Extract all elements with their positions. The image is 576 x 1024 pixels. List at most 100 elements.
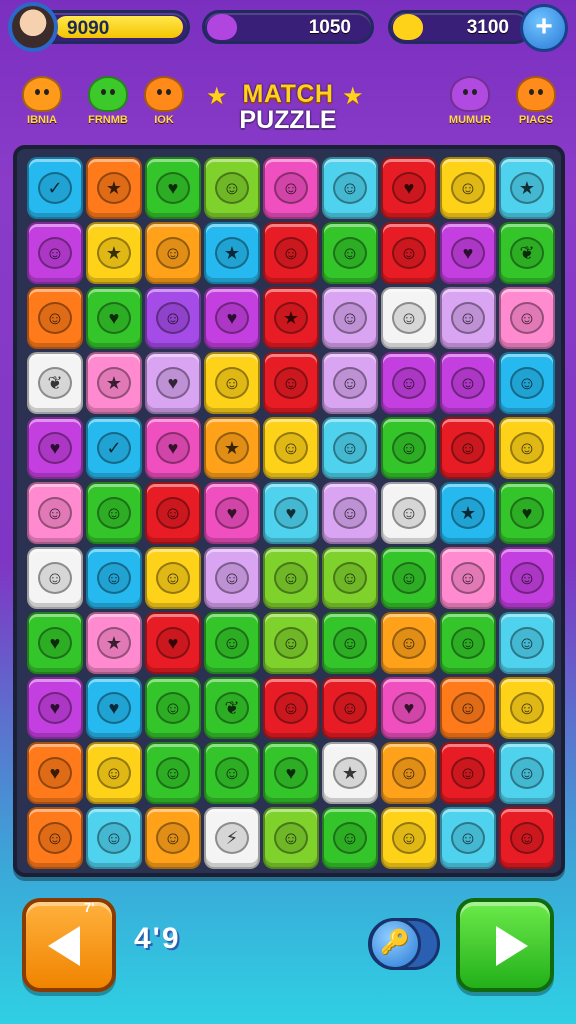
board-tile[interactable]: ❦: [499, 222, 555, 284]
key-toggle[interactable]: 🔑: [368, 918, 440, 970]
header-item-2[interactable]: FRNMB: [78, 76, 138, 126]
board-tile[interactable]: ☺: [322, 352, 378, 414]
board-tile[interactable]: ☺: [86, 482, 142, 544]
board-tile[interactable]: ☺: [204, 352, 260, 414]
board-tile[interactable]: ☺: [27, 807, 83, 869]
board-tile[interactable]: ⚡: [204, 807, 260, 869]
board-tile[interactable]: ❦: [27, 352, 83, 414]
board-tile[interactable]: ♥: [204, 287, 260, 349]
header-item-3[interactable]: IOK: [134, 76, 194, 126]
board-tile[interactable]: ☺: [322, 417, 378, 479]
header-item-5[interactable]: PIAGS: [506, 76, 566, 126]
board-tile[interactable]: ☺: [499, 287, 555, 349]
board-tile[interactable]: ♥: [263, 742, 319, 804]
board-tile[interactable]: ★: [86, 157, 142, 219]
board-tile[interactable]: ★: [86, 612, 142, 674]
board-tile[interactable]: ★: [86, 352, 142, 414]
board-tile[interactable]: ☺: [499, 807, 555, 869]
board-tile[interactable]: ☺: [322, 547, 378, 609]
board-tile[interactable]: ☺: [27, 547, 83, 609]
board-tile[interactable]: ✓: [27, 157, 83, 219]
board-tile[interactable]: ☺: [145, 677, 201, 739]
board-tile[interactable]: ☺: [322, 807, 378, 869]
board-tile[interactable]: ☺: [263, 352, 319, 414]
board-tile[interactable]: ☺: [204, 742, 260, 804]
board-tile[interactable]: ✓: [86, 417, 142, 479]
board-tile[interactable]: ☺: [322, 222, 378, 284]
board-tile[interactable]: ★: [263, 287, 319, 349]
board-tile[interactable]: ☺: [145, 482, 201, 544]
board-tile[interactable]: ☺: [27, 222, 83, 284]
board-tile[interactable]: ☺: [322, 677, 378, 739]
board-tile[interactable]: ♥: [499, 482, 555, 544]
board-tile[interactable]: ★: [86, 222, 142, 284]
board-tile[interactable]: ♥: [263, 482, 319, 544]
board-tile[interactable]: ☺: [440, 807, 496, 869]
board-tile[interactable]: ☺: [145, 547, 201, 609]
board-tile[interactable]: ♥: [27, 417, 83, 479]
board-tile[interactable]: ♥: [145, 157, 201, 219]
board-tile[interactable]: ☺: [381, 352, 437, 414]
board-tile[interactable]: ★: [322, 742, 378, 804]
board-tile[interactable]: ☺: [381, 482, 437, 544]
board-tile[interactable]: ☺: [440, 612, 496, 674]
board-tile[interactable]: ☺: [322, 482, 378, 544]
board-tile[interactable]: ★: [499, 157, 555, 219]
board-tile[interactable]: ☺: [145, 807, 201, 869]
board-tile[interactable]: ☺: [27, 482, 83, 544]
add-currency-button[interactable]: +: [520, 4, 568, 52]
player-avatar[interactable]: [8, 2, 58, 52]
board-tile[interactable]: ♥: [145, 612, 201, 674]
board-tile[interactable]: ☺: [381, 222, 437, 284]
board-tile[interactable]: ☺: [204, 547, 260, 609]
board-tile[interactable]: ☺: [381, 417, 437, 479]
board-tile[interactable]: ☺: [381, 547, 437, 609]
board-tile[interactable]: ❦: [204, 677, 260, 739]
board-tile[interactable]: ☺: [381, 612, 437, 674]
board-tile[interactable]: ★: [204, 417, 260, 479]
back-button[interactable]: [22, 898, 116, 992]
board-tile[interactable]: ☺: [381, 807, 437, 869]
header-item-4[interactable]: MUMUR: [440, 76, 500, 126]
board-tile[interactable]: ♥: [145, 417, 201, 479]
board-tile[interactable]: ☺: [145, 742, 201, 804]
board-tile[interactable]: ☺: [499, 612, 555, 674]
board-tile[interactable]: ☺: [322, 287, 378, 349]
board-tile[interactable]: ☺: [204, 612, 260, 674]
board-tile[interactable]: ♥: [381, 157, 437, 219]
board-tile[interactable]: ☺: [263, 547, 319, 609]
board-tile[interactable]: ☺: [440, 352, 496, 414]
board-tile[interactable]: ☺: [145, 287, 201, 349]
board-tile[interactable]: ♥: [204, 482, 260, 544]
board-tile[interactable]: ☺: [381, 742, 437, 804]
header-item-1[interactable]: IBNIA: [12, 76, 72, 126]
board-tile[interactable]: ☺: [145, 222, 201, 284]
board-tile[interactable]: ☺: [499, 547, 555, 609]
board-tile[interactable]: ☺: [440, 742, 496, 804]
board-tile[interactable]: ☺: [86, 807, 142, 869]
board-tile[interactable]: ☺: [499, 742, 555, 804]
board-tile[interactable]: ☺: [440, 157, 496, 219]
board-tile[interactable]: ☺: [263, 807, 319, 869]
board-tile[interactable]: ♥: [86, 677, 142, 739]
board-tile[interactable]: ☺: [263, 417, 319, 479]
board-tile[interactable]: ★: [204, 222, 260, 284]
board-tile[interactable]: ☺: [440, 287, 496, 349]
board-tile[interactable]: ☺: [263, 222, 319, 284]
board-tile[interactable]: ♥: [145, 352, 201, 414]
board-tile[interactable]: ☺: [440, 547, 496, 609]
board-tile[interactable]: ♥: [27, 612, 83, 674]
board-tile[interactable]: ♥: [27, 742, 83, 804]
board-tile[interactable]: ☺: [381, 287, 437, 349]
board-tile[interactable]: ☺: [440, 677, 496, 739]
board-tile[interactable]: ☺: [263, 157, 319, 219]
board-tile[interactable]: ♥: [27, 677, 83, 739]
board-tile[interactable]: ☺: [86, 742, 142, 804]
board-tile[interactable]: ☺: [322, 157, 378, 219]
board-tile[interactable]: ☺: [499, 352, 555, 414]
board-tile[interactable]: ☺: [499, 677, 555, 739]
play-button[interactable]: [456, 898, 554, 992]
board-tile[interactable]: ☺: [263, 677, 319, 739]
board-tile[interactable]: ♥: [86, 287, 142, 349]
board-tile[interactable]: ♥: [440, 222, 496, 284]
